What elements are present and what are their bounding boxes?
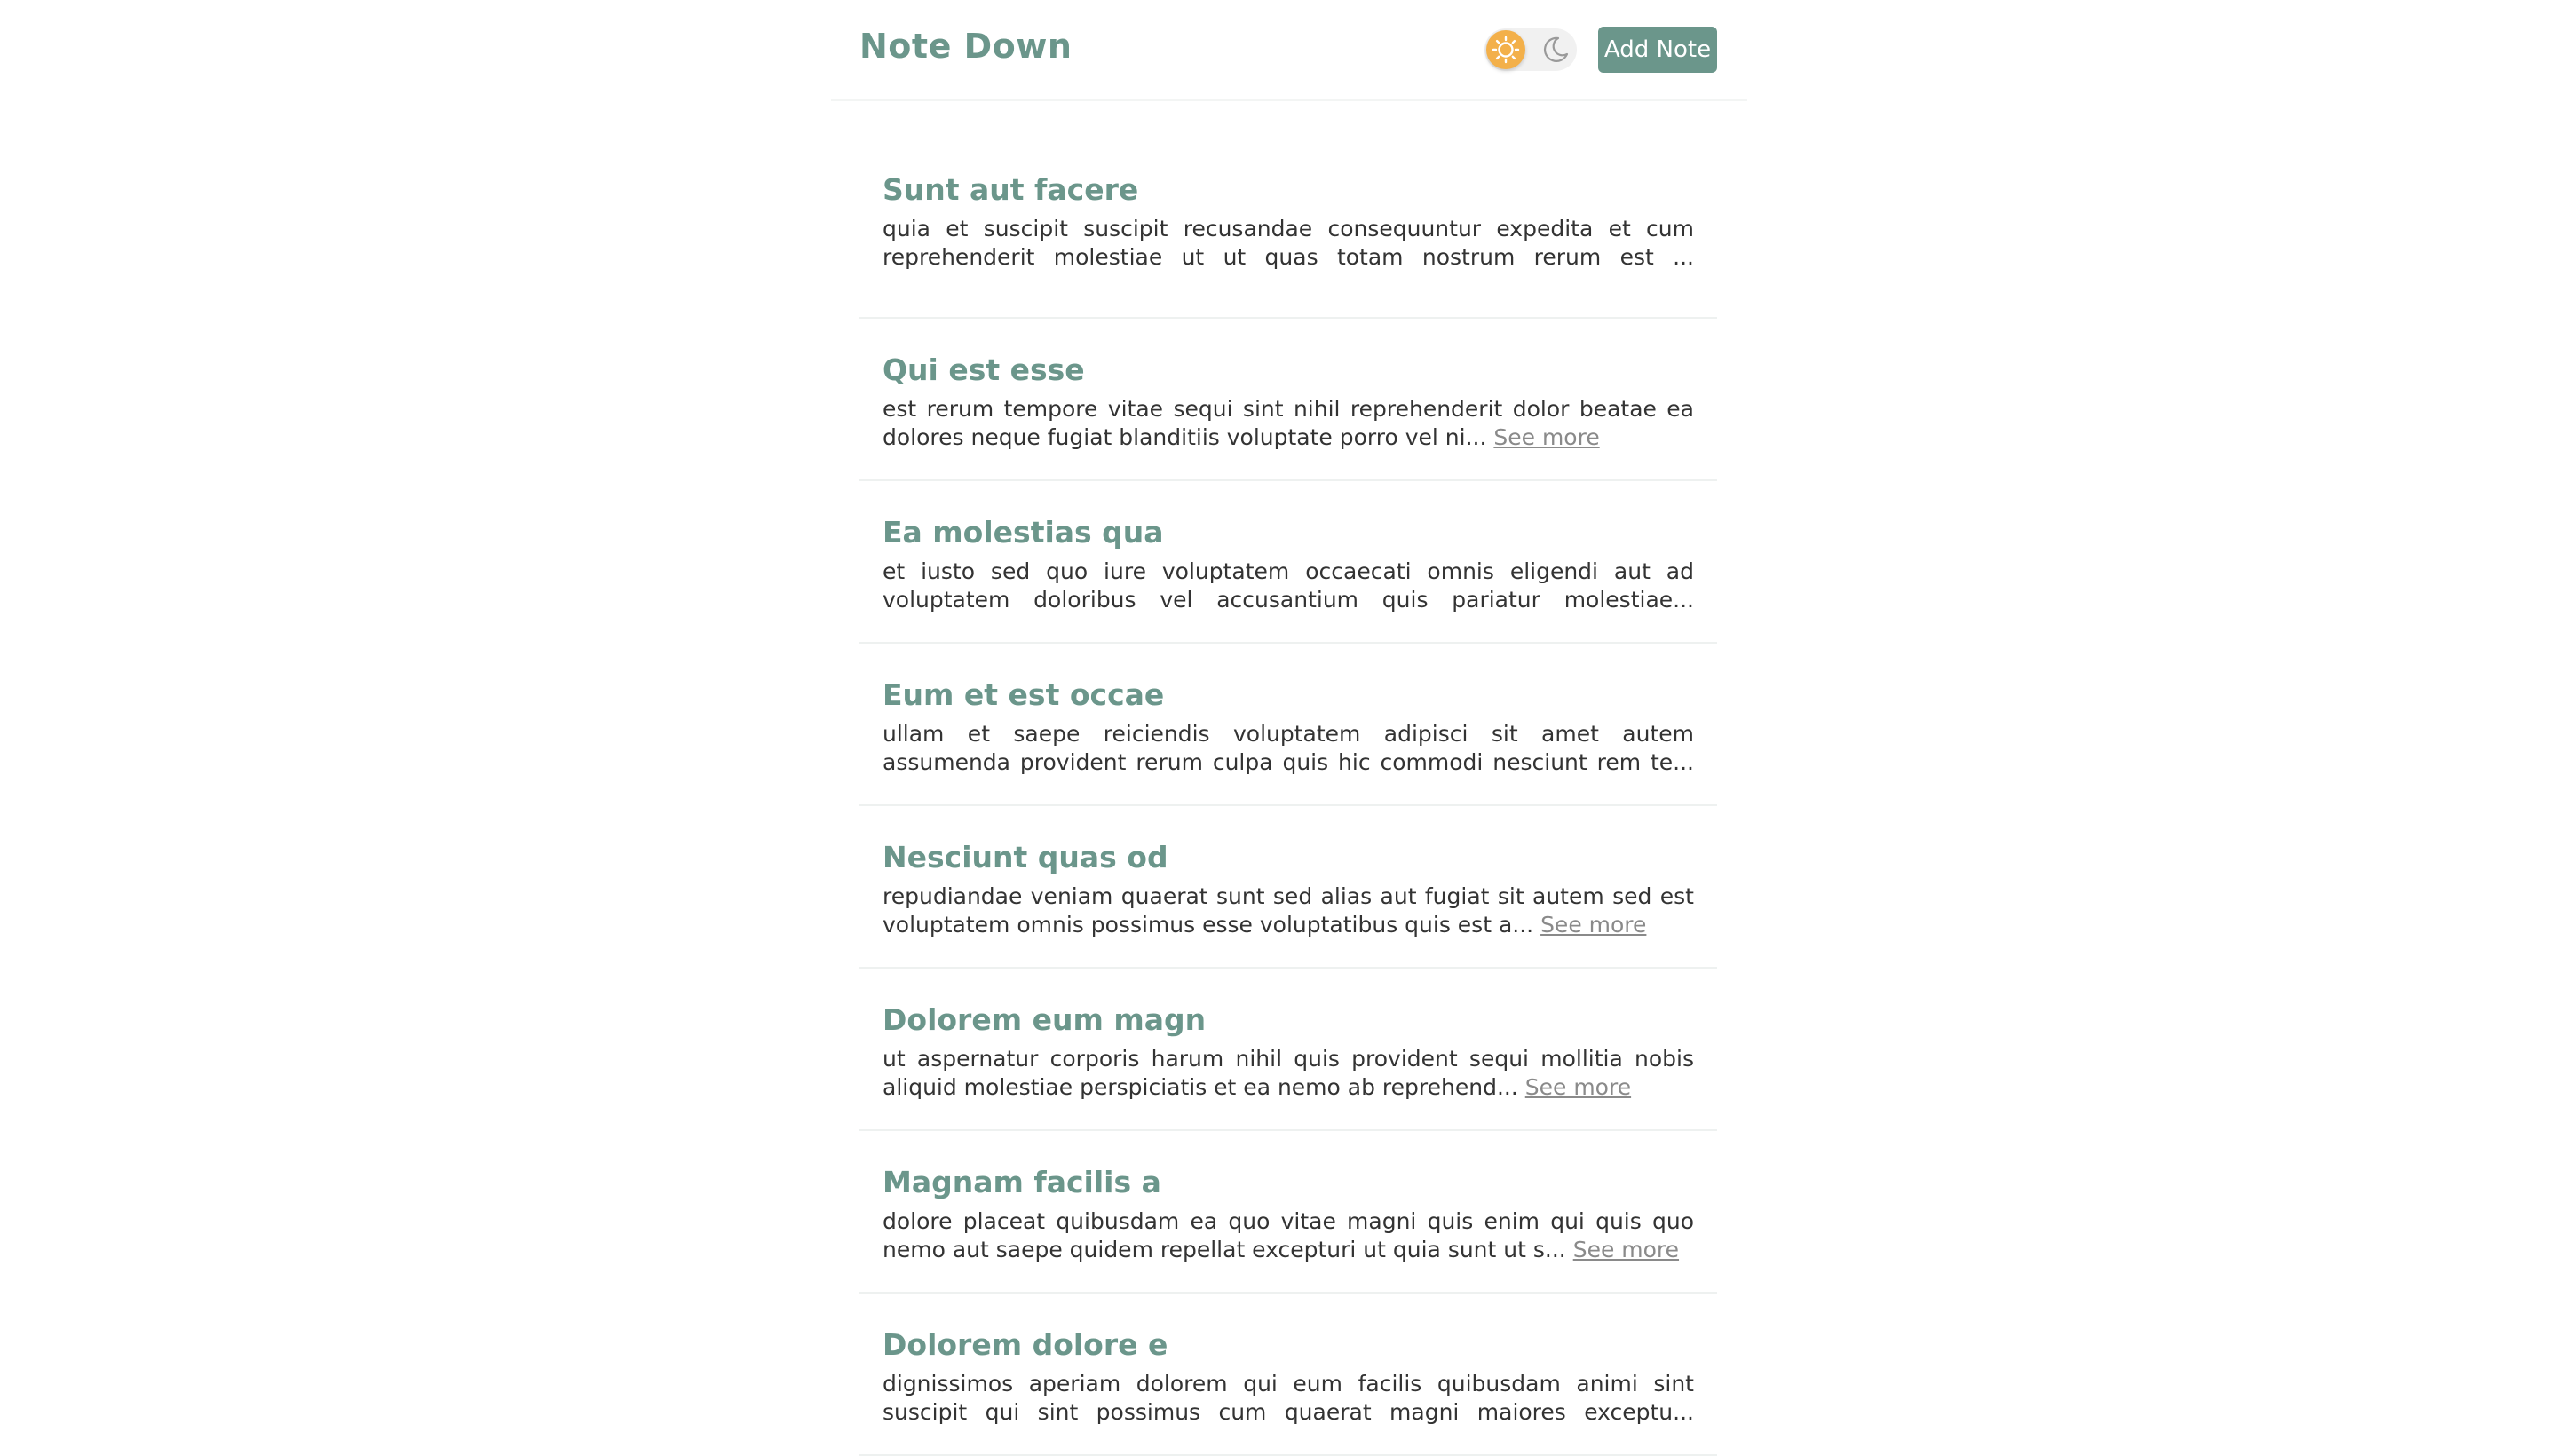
app: Note Down Add Note Sunt aut facere quia … (831, 0, 1747, 1456)
add-note-button[interactable]: Add Note (1598, 27, 1717, 73)
note-title[interactable]: Magnam facilis a (883, 1163, 1694, 1204)
see-more-link[interactable]: See more (1573, 1237, 1679, 1262)
note-title[interactable]: Dolorem dolore e (883, 1325, 1694, 1366)
note-excerpt-text: ullam et saepe reiciendis voluptatem adi… (883, 721, 1694, 775)
note-excerpt: est rerum tempore vitae sequi sint nihil… (883, 395, 1694, 452)
note-title[interactable]: Nesciunt quas od (883, 838, 1694, 879)
note-excerpt: quia et suscipit suscipit recusandae con… (883, 215, 1694, 272)
notes-list: Sunt aut facere quia et suscipit suscipi… (859, 156, 1717, 1456)
see-more-link[interactable]: See more (1493, 424, 1599, 450)
moon-icon (1536, 30, 1575, 69)
note-item: Ea molestias qua et iusto sed quo iure v… (859, 481, 1717, 644)
note-title[interactable]: Sunt aut facere (883, 170, 1694, 211)
note-title[interactable]: Eum et est occae (883, 676, 1694, 716)
note-item: Magnam facilis a dolore placeat quibusda… (859, 1131, 1717, 1294)
note-excerpt: dignissimos aperiam dolorem qui eum faci… (883, 1370, 1694, 1427)
note-excerpt: ullam et saepe reiciendis voluptatem adi… (883, 720, 1694, 777)
note-item: Qui est esse est rerum tempore vitae seq… (859, 319, 1717, 481)
see-more-link[interactable]: See more (1525, 1074, 1631, 1100)
note-title[interactable]: Ea molestias qua (883, 513, 1694, 554)
note-excerpt: dolore placeat quibusdam ea quo vitae ma… (883, 1207, 1694, 1264)
note-title[interactable]: Dolorem eum magn (883, 1001, 1694, 1041)
top-header: Note Down Add Note (831, 0, 1747, 101)
note-item: Nesciunt quas od repudiandae veniam quae… (859, 806, 1717, 969)
note-excerpt: ut aspernatur corporis harum nihil quis … (883, 1045, 1694, 1102)
brand-title: Note Down (859, 27, 1073, 66)
note-item: Dolorem eum magn ut aspernatur corporis … (859, 969, 1717, 1131)
note-excerpt-text: dignissimos aperiam dolorem qui eum faci… (883, 1371, 1694, 1425)
note-item: Dolorem dolore e dignissimos aperiam dol… (859, 1294, 1717, 1456)
note-title[interactable]: Qui est esse (883, 351, 1694, 392)
note-excerpt-text: et iusto sed quo iure voluptatem occaeca… (883, 558, 1694, 613)
note-item: Sunt aut facere quia et suscipit suscipi… (859, 156, 1717, 319)
see-more-link[interactable]: See more (1540, 912, 1646, 938)
sun-icon (1486, 30, 1525, 69)
note-excerpt: repudiandae veniam quaerat sunt sed alia… (883, 882, 1694, 939)
note-excerpt-text: quia et suscipit suscipit recusandae con… (883, 216, 1694, 270)
note-excerpt: et iusto sed quo iure voluptatem occaeca… (883, 558, 1694, 614)
theme-toggle[interactable] (1484, 28, 1577, 71)
note-item: Eum et est occae ullam et saepe reiciend… (859, 644, 1717, 806)
